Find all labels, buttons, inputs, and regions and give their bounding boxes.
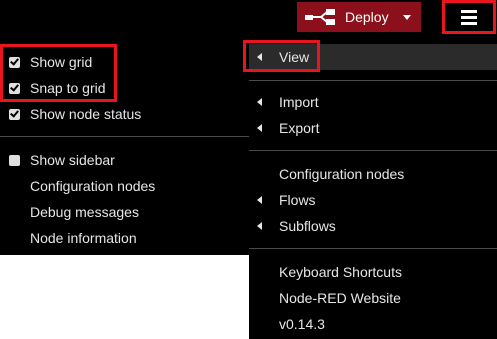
menu-item-label: View [279, 49, 310, 65]
menu-item-label: Snap to grid [30, 80, 106, 96]
menu-item-debug-messages[interactable]: Debug messages [0, 199, 249, 225]
menu-item-label: Flows [279, 192, 316, 208]
menu-item-flows[interactable]: Flows [249, 187, 497, 213]
menu-item-export[interactable]: Export [249, 115, 497, 141]
menu-item-node-information[interactable]: Node information [0, 225, 249, 251]
menu-item-label: Import [279, 94, 319, 110]
menu-item-snap-to-grid[interactable]: Snap to grid [0, 75, 249, 101]
menu-item-label: Node-RED Website [279, 290, 401, 306]
menu-divider [249, 150, 497, 151]
deploy-button[interactable]: Deploy [297, 2, 421, 32]
menu-item-label: Export [279, 120, 320, 136]
header-bar: Deploy [0, 0, 497, 40]
menu-item-label: Configuration nodes [30, 178, 156, 194]
menu-item-show-node-status[interactable]: Show node status [0, 101, 249, 127]
chevron-left-icon [257, 98, 262, 106]
menu-item-label: Show sidebar [30, 152, 115, 168]
menu-item-version: v0.14.3 [249, 311, 497, 337]
view-submenu: Show grid Snap to grid Show node status … [0, 40, 249, 255]
node-red-editor: Deploy Show grid Snap to grid Show node … [0, 0, 497, 339]
menu-item-node-red-website[interactable]: Node-RED Website [249, 285, 497, 311]
flow-deploy-icon [305, 9, 335, 25]
chevron-down-icon[interactable] [403, 15, 411, 20]
menu-item-label: Subflows [279, 218, 336, 234]
menu-divider [0, 136, 249, 137]
chevron-left-icon [257, 196, 262, 204]
menu-item-label: Show node status [30, 106, 142, 122]
checkbox-checked-icon[interactable] [9, 109, 20, 120]
menu-item-label: Debug messages [30, 204, 139, 220]
chevron-left-icon [257, 53, 262, 61]
menu-item-view[interactable]: View [249, 44, 497, 70]
chevron-left-icon [257, 222, 262, 230]
main-menu: View Import Export Configuration nodes F… [249, 40, 497, 339]
checkbox-checked-icon[interactable] [9, 83, 20, 94]
menu-item-import[interactable]: Import [249, 89, 497, 115]
menu-item-configuration-nodes[interactable]: Configuration nodes [249, 161, 497, 187]
version-label: v0.14.3 [279, 316, 325, 332]
menu-item-configuration-nodes[interactable]: Configuration nodes [0, 173, 249, 199]
menu-item-label: Node information [30, 230, 137, 246]
menu-item-subflows[interactable]: Subflows [249, 213, 497, 239]
main-menu-button[interactable] [442, 0, 496, 34]
chevron-left-icon [257, 124, 262, 132]
menu-item-label: Configuration nodes [279, 166, 405, 182]
menu-item-label: Show grid [30, 54, 93, 70]
deploy-label: Deploy [345, 9, 389, 25]
menu-item-label: Keyboard Shortcuts [279, 264, 402, 280]
menu-divider [249, 80, 497, 81]
menu-divider [249, 248, 497, 249]
menu-item-show-grid[interactable]: Show grid [0, 49, 249, 75]
menu-item-keyboard-shortcuts[interactable]: Keyboard Shortcuts [249, 259, 497, 285]
menu-item-show-sidebar[interactable]: Show sidebar [0, 147, 249, 173]
checkbox-unchecked-icon[interactable] [9, 155, 20, 166]
checkbox-checked-icon[interactable] [9, 57, 20, 68]
